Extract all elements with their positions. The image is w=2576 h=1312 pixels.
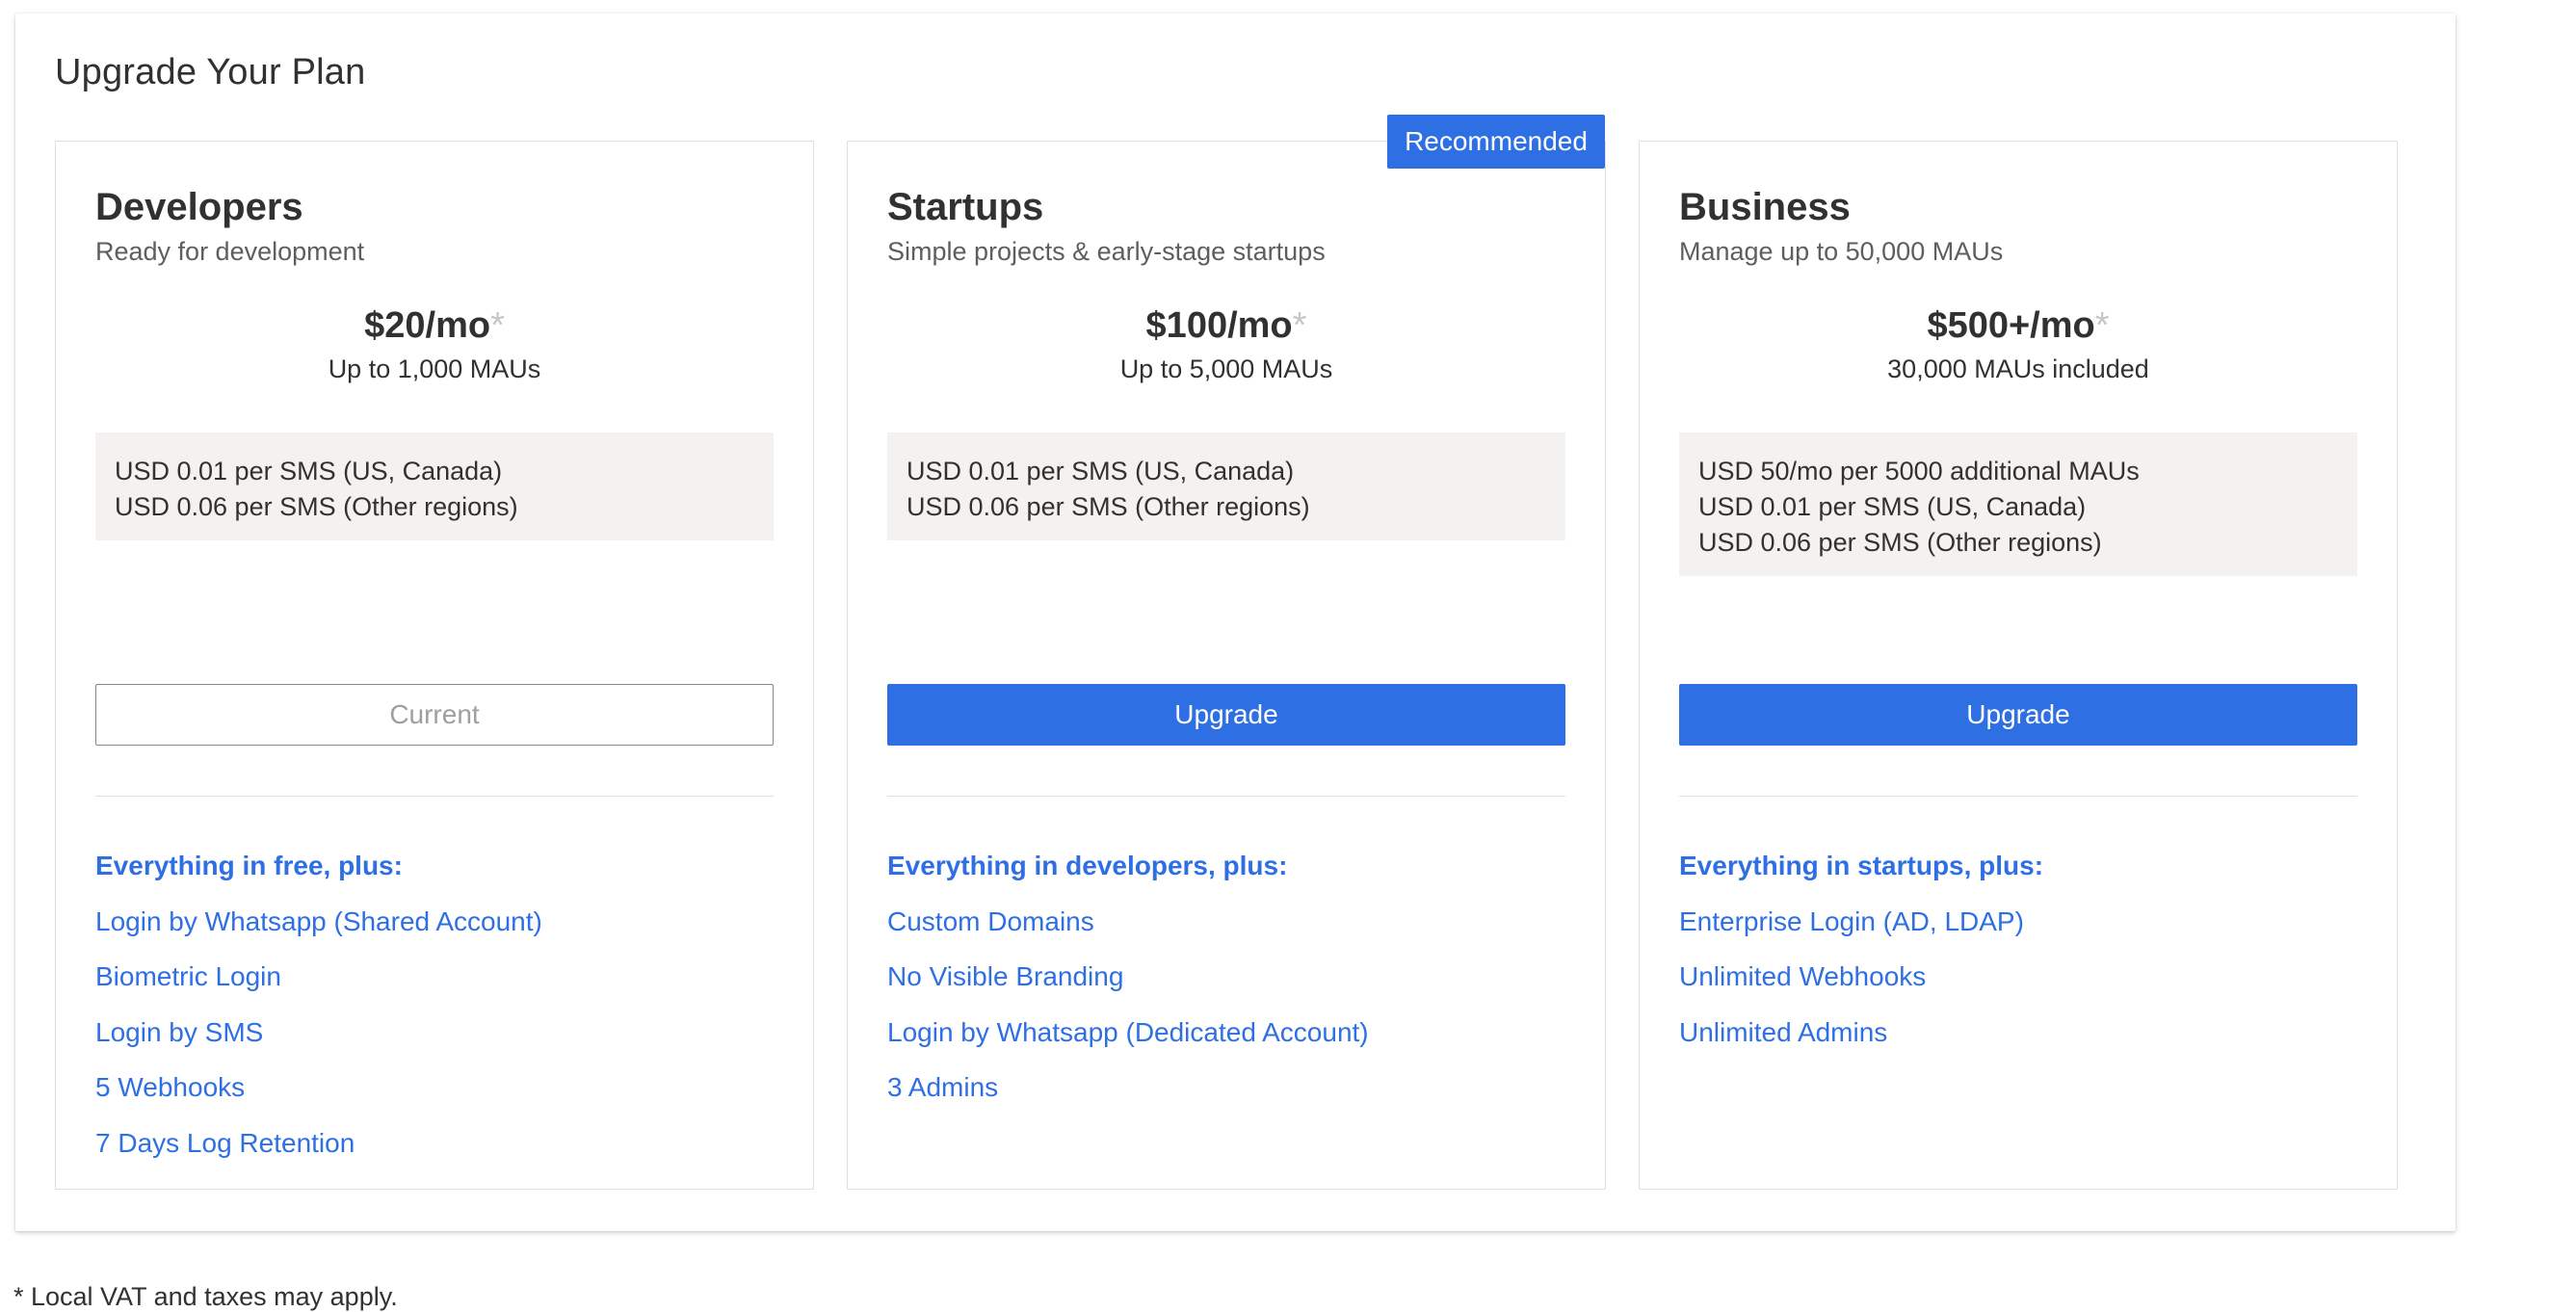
feature-item: Unlimited Admins [1679,1016,1888,1047]
pricing-note: USD 0.01 per SMS (US, Canada) [115,457,503,485]
feature-item: Login by Whatsapp (Dedicated Account) [887,1016,1369,1047]
feature-item: Login by Whatsapp (Shared Account) [95,905,542,936]
plan-price: $100/mo* [887,305,1565,347]
plan-name: Business [1679,186,1851,228]
plan-price: $500+/mo* [1679,305,2357,347]
plan-name: Startups [887,186,1044,228]
feature-list-header: Everything in startups, plus: [1679,851,2044,880]
feature-item: No Visible Branding [887,961,1124,991]
feature-list-header: Everything in free, plus: [95,851,403,880]
feature-item: 3 Admins [887,1072,999,1102]
price-subtitle: Up to 1,000 MAUs [328,354,541,383]
feature-item: 7 Days Log Retention [95,1127,355,1158]
upgrade-button[interactable]: Upgrade [887,684,1565,746]
price-amount: $500+/mo [1927,305,2095,346]
feature-item: 5 Webhooks [95,1072,246,1102]
current-plan-button[interactable]: Current [95,684,774,746]
plan-price: $20/mo* [95,305,774,347]
feature-list-header: Everything in developers, plus: [887,851,1288,880]
divider [887,796,1565,797]
feature-item: Biometric Login [95,961,281,991]
price-subtitle: Up to 5,000 MAUs [1119,354,1333,383]
price-asterisk: * [2094,305,2110,346]
plan-description: Ready for development [95,237,365,266]
price-asterisk: * [490,305,505,346]
price-subtitle: 30,000 MAUs included [1887,354,2149,383]
divider [95,796,774,797]
plan-name: Developers [95,186,303,228]
price-asterisk: * [1292,305,1307,346]
upgrade-button[interactable]: Upgrade [1679,684,2357,746]
price-block: $500+/mo* 30,000 MAUs included [1679,305,2357,384]
plan-card-business: Business Manage up to 50,000 MAUs $500+/… [1639,141,2398,1190]
pricing-note: USD 0.06 per SMS (Other regions) [115,492,518,521]
price-block: $20/mo* Up to 1,000 MAUs [95,305,774,384]
plan-cards: Developers Ready for development $20/mo*… [55,115,2398,1190]
pricing-notes: USD 0.01 per SMS (US, Canada) USD 0.06 p… [95,433,774,540]
pricing-note: USD 0.06 per SMS (Other regions) [907,492,1310,521]
pricing-note: USD 50/mo per 5000 additional MAUs [1698,457,2140,485]
feature-list: Everything in free, plus: Login by Whats… [95,847,774,1179]
plan-description: Manage up to 50,000 MAUs [1679,237,2004,266]
page-title: Upgrade Your Plan [55,52,366,92]
upgrade-plan-panel: Upgrade Your Plan Developers Ready for d… [15,13,2456,1231]
feature-item: Login by SMS [95,1016,264,1047]
pricing-note: USD 0.06 per SMS (Other regions) [1698,528,2102,557]
pricing-notes: USD 50/mo per 5000 additional MAUs USD 0… [1679,433,2357,576]
plan-card-developers: Developers Ready for development $20/mo*… [55,141,814,1190]
vat-footnote: * Local VAT and taxes may apply. [13,1282,398,1311]
feature-list: Everything in startups, plus: Enterprise… [1679,847,2357,1068]
pricing-note: USD 0.01 per SMS (US, Canada) [1698,492,2087,521]
price-amount: $100/mo [1145,305,1293,346]
plan-card-startups: Recommended Startups Simple projects & e… [847,115,1606,1190]
price-amount: $20/mo [364,305,491,346]
feature-item: Unlimited Webhooks [1679,961,1927,991]
feature-list: Everything in developers, plus: Custom D… [887,847,1565,1124]
feature-item: Enterprise Login (AD, LDAP) [1679,905,2024,936]
price-block: $100/mo* Up to 5,000 MAUs [887,305,1565,384]
divider [1679,796,2357,797]
plan-description: Simple projects & early-stage startups [887,237,1326,266]
feature-item: Custom Domains [887,905,1094,936]
pricing-notes: USD 0.01 per SMS (US, Canada) USD 0.06 p… [887,433,1565,540]
pricing-note: USD 0.01 per SMS (US, Canada) [907,457,1295,485]
